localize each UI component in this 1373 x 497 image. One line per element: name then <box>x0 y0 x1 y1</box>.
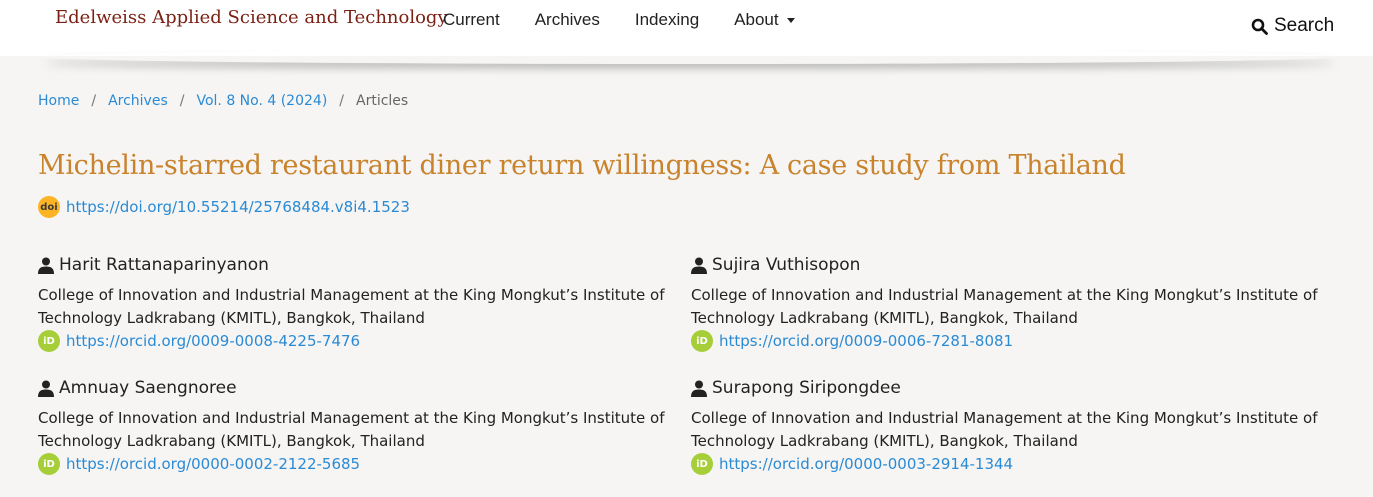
doi-row: doi https://doi.org/10.55214/25768484.v8… <box>38 196 410 218</box>
user-icon <box>38 257 54 274</box>
author-affiliation: College of Innovation and Industrial Man… <box>38 409 665 450</box>
orcid-link[interactable]: https://orcid.org/0009-0006-7281-8081 <box>719 332 1013 350</box>
breadcrumb-current: Articles <box>356 93 409 109</box>
breadcrumb-separator: / <box>339 93 344 109</box>
chevron-down-icon <box>786 18 795 24</box>
navbar-shadow <box>40 50 1340 64</box>
breadcrumb-separator: / <box>91 93 97 109</box>
author-name-row: Harit Rattanaparinyanon <box>38 254 678 276</box>
author-name: Harit Rattanaparinyanon <box>59 255 269 275</box>
author-name-row: Surapong Siripongdee <box>691 377 1331 399</box>
author-affiliation: College of Innovation and Industrial Man… <box>691 286 1318 327</box>
author-card: Sujira Vuthisopon College of Innovation … <box>691 254 1331 352</box>
user-icon <box>38 380 54 397</box>
orcid-icon: iD <box>38 453 60 475</box>
nav-archives[interactable]: Archives <box>535 10 600 30</box>
orcid-icon: iD <box>691 453 713 475</box>
top-navbar: Edelweiss Applied Science and Technology… <box>0 0 1373 56</box>
search-label: Search <box>1274 15 1335 36</box>
user-icon <box>691 257 707 274</box>
author-affiliation: College of Innovation and Industrial Man… <box>691 409 1318 450</box>
orcid-row: iD https://orcid.org/0000-0002-2122-5685 <box>38 453 678 475</box>
orcid-link[interactable]: https://orcid.org/0000-0003-2914-1344 <box>719 455 1013 473</box>
author-card: Amnuay Saengnoree College of Innovation … <box>38 377 678 475</box>
breadcrumb-archives[interactable]: Archives <box>108 93 168 109</box>
author-card: Harit Rattanaparinyanon College of Innov… <box>38 254 678 352</box>
breadcrumb-home[interactable]: Home <box>38 93 79 109</box>
orcid-icon: iD <box>691 330 713 352</box>
author-name: Surapong Siripongdee <box>712 378 901 398</box>
orcid-link[interactable]: https://orcid.org/0000-0002-2122-5685 <box>66 455 360 473</box>
breadcrumb-issue[interactable]: Vol. 8 No. 4 (2024) <box>196 93 327 109</box>
search-icon <box>1251 18 1268 35</box>
author-affiliation: College of Innovation and Industrial Man… <box>38 286 665 327</box>
site-title-link[interactable]: Edelweiss Applied Science and Technology <box>55 7 448 28</box>
orcid-row: iD https://orcid.org/0009-0008-4225-7476 <box>38 330 678 352</box>
author-name: Amnuay Saengnoree <box>59 378 237 398</box>
nav-indexing[interactable]: Indexing <box>635 10 699 30</box>
doi-link[interactable]: https://doi.org/10.55214/25768484.v8i4.1… <box>66 198 410 216</box>
orcid-row: iD https://orcid.org/0009-0006-7281-8081 <box>691 330 1331 352</box>
nav-about-label: About <box>734 10 779 29</box>
search-button[interactable]: Search <box>1251 15 1334 37</box>
breadcrumb-separator: / <box>179 93 185 109</box>
author-name-row: Sujira Vuthisopon <box>691 254 1331 276</box>
page-title: Michelin-starred restaurant diner return… <box>38 150 1126 181</box>
user-icon <box>691 380 707 397</box>
main-nav: Current Archives Indexing About <box>443 10 830 30</box>
nav-about-dropdown[interactable]: About <box>734 10 795 30</box>
author-card: Surapong Siripongdee College of Innovati… <box>691 377 1331 475</box>
orcid-link[interactable]: https://orcid.org/0009-0008-4225-7476 <box>66 332 360 350</box>
author-name-row: Amnuay Saengnoree <box>38 377 678 399</box>
doi-icon: doi <box>38 196 60 218</box>
orcid-row: iD https://orcid.org/0000-0003-2914-1344 <box>691 453 1331 475</box>
breadcrumb: Home / Archives / Vol. 8 No. 4 (2024) / … <box>38 93 408 109</box>
nav-current[interactable]: Current <box>443 10 500 30</box>
author-name: Sujira Vuthisopon <box>712 255 861 275</box>
orcid-icon: iD <box>38 330 60 352</box>
